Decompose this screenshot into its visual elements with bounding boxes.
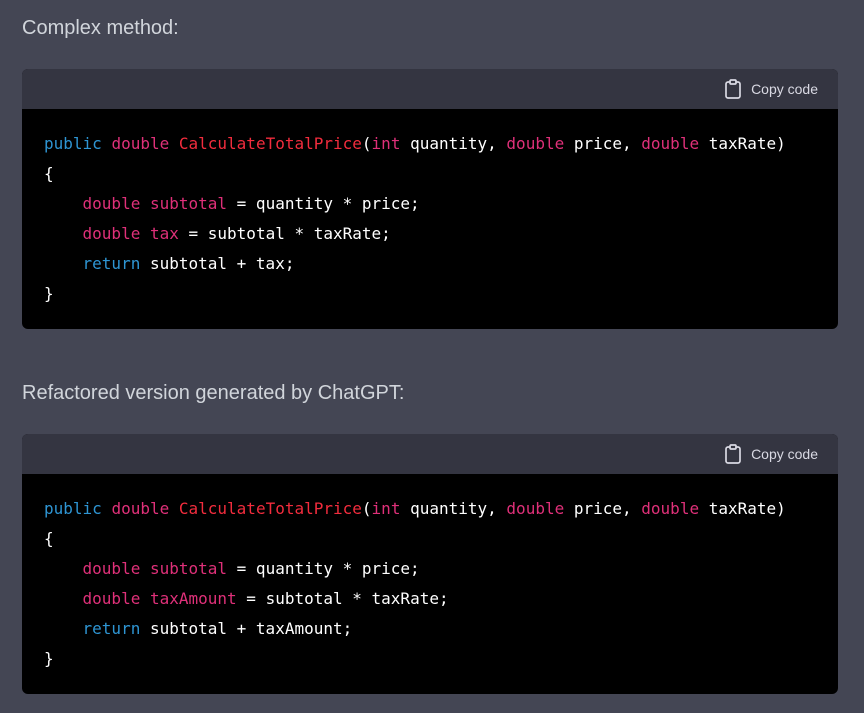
code-token: } [44, 284, 54, 303]
code-body: public double CalculateTotalPrice(int qu… [22, 109, 838, 329]
code-token: double [506, 499, 565, 518]
code-block-refactored: Copy code public double CalculateTotalPr… [22, 434, 838, 694]
code-token: quantity, [400, 499, 507, 518]
code-body: public double CalculateTotalPrice(int qu… [22, 474, 838, 694]
code-line: public double CalculateTotalPrice(int qu… [44, 129, 816, 159]
code-token: CalculateTotalPrice [178, 134, 362, 153]
clipboard-icon [724, 79, 742, 99]
copy-code-button[interactable]: Copy code [724, 79, 818, 99]
code-token: return [82, 619, 141, 638]
code-token: { [44, 164, 54, 183]
code-token: ( [361, 134, 372, 153]
code-token: subtotal + tax; [140, 254, 295, 273]
code-line: return subtotal + taxAmount; [44, 614, 816, 644]
code-token: double [82, 559, 141, 578]
paragraph-complex-method: Complex method: [22, 17, 179, 39]
code-token: subtotal [149, 194, 228, 213]
code-token: double [82, 589, 141, 608]
code-line: } [44, 279, 816, 309]
code-token: double [111, 499, 170, 518]
code-token: } [44, 649, 54, 668]
clipboard-icon [724, 444, 742, 464]
code-line: double subtotal = quantity * price; [44, 554, 816, 584]
code-token: double [641, 134, 700, 153]
code-token: public [44, 499, 102, 518]
code-token: double [506, 134, 565, 153]
code-token: subtotal [149, 559, 228, 578]
code-token: return [82, 254, 141, 273]
code-token: = subtotal * taxRate; [178, 224, 391, 243]
code-token: double [111, 134, 170, 153]
code-token: price, [564, 499, 642, 518]
code-line: } [44, 644, 816, 674]
code-line: double subtotal = quantity * price; [44, 189, 816, 219]
code-token: public [44, 134, 102, 153]
code-line: double tax = subtotal * taxRate; [44, 219, 816, 249]
code-block-header: Copy code [22, 434, 838, 474]
code-line: double taxAmount = subtotal * taxRate; [44, 584, 816, 614]
code-token: taxRate) [699, 499, 786, 518]
code-token: subtotal + taxAmount; [140, 619, 353, 638]
code-token: CalculateTotalPrice [178, 499, 362, 518]
copy-code-label: Copy code [751, 446, 818, 462]
code-token: double [641, 499, 700, 518]
code-token: int [371, 499, 401, 518]
code-line: { [44, 159, 816, 189]
code-block-complex: Copy code public double CalculateTotalPr… [22, 69, 838, 329]
code-token: quantity, [400, 134, 507, 153]
code-token: = quantity * price; [227, 559, 420, 578]
code-token: int [371, 134, 401, 153]
copy-code-button[interactable]: Copy code [724, 444, 818, 464]
code-line: public double CalculateTotalPrice(int qu… [44, 494, 816, 524]
code-block-header: Copy code [22, 69, 838, 109]
code-token: ( [361, 499, 372, 518]
code-token: double [82, 224, 141, 243]
code-line: return subtotal + tax; [44, 249, 816, 279]
copy-code-label: Copy code [751, 81, 818, 97]
code-token: = quantity * price; [227, 194, 420, 213]
code-token: taxAmount [149, 589, 237, 608]
code-token: double [82, 194, 141, 213]
code-token: price, [564, 134, 642, 153]
code-token: = subtotal * taxRate; [236, 589, 449, 608]
code-token: { [44, 529, 54, 548]
code-line: { [44, 524, 816, 554]
paragraph-refactored-version: Refactored version generated by ChatGPT: [22, 382, 405, 404]
code-token: tax [149, 224, 179, 243]
code-token: taxRate) [699, 134, 786, 153]
